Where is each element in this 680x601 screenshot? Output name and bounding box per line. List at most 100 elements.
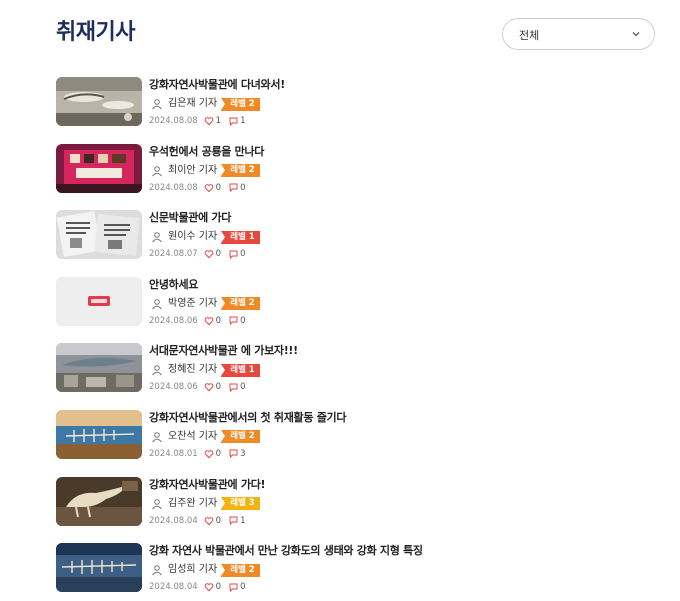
comment-icon[interactable] (229, 583, 238, 592)
user-icon (152, 565, 162, 576)
heart-icon[interactable] (204, 449, 214, 459)
article-item[interactable]: 우석헌에서 공룡을 만나다 최이안 기자 레벨 2 2024.08.08 0 0 (56, 143, 656, 211)
like-count: 0 (215, 448, 222, 459)
author-name: 김은재 기자 (168, 98, 218, 109)
filter-selected-value: 전체 (519, 29, 540, 42)
like-count: 0 (215, 515, 222, 526)
like-count: 1 (215, 116, 222, 126)
article-thumbnail[interactable] (56, 476, 142, 526)
comment-count: 0 (240, 382, 246, 393)
article-thumbnail[interactable] (56, 543, 142, 593)
article-item[interactable]: 강화자연사박물관에 다녀와서! 김은재 기자 레벨 2 2024.08.08 1 1 (56, 77, 656, 144)
heart-icon[interactable] (204, 116, 214, 126)
article-item[interactable]: 신문박물관에 가다 원이수 기자 레벨 1 2024.08.07 0 0 (56, 210, 656, 277)
level-badge: 레벨 2 (221, 297, 260, 311)
article-title[interactable]: 신문박물관에 가다 (149, 211, 649, 225)
article-thumbnail[interactable] (56, 343, 142, 393)
level-badge: 레벨 2 (221, 563, 260, 577)
level-badge: 레벨 2 (221, 164, 260, 178)
article-meta: 2024.08.01 0 3 (149, 448, 649, 460)
level-badge: 레벨 3 (221, 497, 260, 511)
level-badge: 레벨 2 (221, 430, 260, 444)
user-icon (152, 232, 162, 243)
article-info: 강화 자연사 박물관에서 만난 강화도의 생태와 강화 지형 특징임성희 기자 레… (149, 544, 649, 593)
comment-count: 0 (240, 315, 246, 326)
article-info: 우석헌에서 공룡을 만나다 최이안 기자 레벨 2 2024.08.08 0 0 (149, 145, 649, 194)
article-meta: 2024.08.06 0 0 (149, 381, 649, 393)
article-title[interactable]: 강화 자연사 박물관에서 만난 강화도의 생태와 강화 지형 특징 (149, 544, 649, 558)
comment-count: 0 (240, 182, 246, 193)
article-info: 강화자연사박물관에 가다! 김주완 기자 레벨 3 2024.08.04 0 1 (149, 478, 649, 527)
article-date: 2024.08.06 (149, 315, 198, 326)
article-item[interactable]: 서대문자연사박물관 에 가보자!!! 정혜진 기자 레벨 1 2024.08.06 0 0 (56, 343, 656, 410)
heart-icon[interactable] (204, 183, 214, 193)
author-name: 박영준 기자 (168, 297, 218, 309)
article-date: 2024.08.06 (149, 382, 198, 393)
author-name: 최이안 기자 (168, 164, 218, 176)
article-meta: 2024.08.07 0 0 (149, 248, 649, 260)
article-thumbnail[interactable] (56, 210, 142, 260)
comment-icon[interactable] (229, 183, 238, 193)
author-name: 오찬석 기자 (168, 430, 218, 442)
article-info: 강화자연사박물관에 다녀와서! 김은재 기자 레벨 2 2024.08.08 1 1 (149, 78, 649, 127)
like-count: 0 (215, 382, 222, 393)
article-meta: 2024.08.04 0 0 (149, 581, 649, 593)
comment-icon[interactable] (229, 383, 238, 392)
comment-icon[interactable] (229, 516, 238, 526)
article-item[interactable]: 강화자연사박물관에서의 첫 취재활동 즐기다오찬석 기자 레벨 2 2024.08.… (56, 409, 656, 477)
article-date: 2024.08.01 (149, 448, 198, 459)
chevron-down-icon (632, 32, 640, 37)
article-author-row: 김은재 기자 레벨 2 (149, 97, 649, 111)
comment-icon[interactable] (229, 449, 238, 459)
heart-icon[interactable] (204, 249, 214, 259)
article-info: 강화자연사박물관에서의 첫 취재활동 즐기다오찬석 기자 레벨 2 2024.08.… (149, 411, 649, 460)
level-badge: 레벨 1 (221, 363, 260, 377)
article-author-row: 정혜진 기자 레벨 1 (149, 363, 649, 377)
article-title[interactable]: 안녕하세요 (149, 278, 649, 292)
comment-icon[interactable] (229, 316, 238, 326)
article-date: 2024.08.04 (149, 582, 198, 593)
article-title[interactable]: 우석헌에서 공룡을 만나다 (149, 145, 649, 159)
level-badge: 레벨 1 (221, 230, 260, 244)
author-name: 김주완 기자 (168, 497, 218, 509)
article-date: 2024.08.07 (149, 249, 198, 260)
article-author-row: 김주완 기자 레벨 3 (149, 497, 649, 511)
article-meta: 2024.08.06 0 0 (149, 315, 649, 327)
user-icon (152, 432, 162, 443)
article-author-row: 박영준 기자 레벨 2 (149, 297, 649, 311)
article-info: 안녕하세요 박영준 기자 레벨 2 2024.08.06 0 0 (149, 278, 649, 327)
article-title[interactable]: 강화자연사박물관에서의 첫 취재활동 즐기다 (149, 411, 649, 425)
page-header: 취재기사 전체 (56, 18, 656, 52)
heart-icon[interactable] (204, 316, 214, 326)
author-name: 정혜진 기자 (168, 364, 218, 376)
user-icon (152, 99, 162, 110)
user-icon (152, 498, 162, 509)
comment-icon[interactable] (229, 117, 238, 126)
heart-icon[interactable] (204, 382, 214, 392)
article-title[interactable]: 서대문자연사박물관 에 가보자!!! (149, 344, 649, 358)
article-thumbnail[interactable] (56, 77, 142, 126)
article-date: 2024.08.04 (149, 515, 198, 526)
article-info: 신문박물관에 가다 원이수 기자 레벨 1 2024.08.07 0 0 (149, 211, 649, 260)
article-thumbnail[interactable] (56, 143, 142, 193)
article-author-row: 원이수 기자 레벨 1 (149, 230, 649, 244)
article-date: 2024.08.08 (149, 116, 198, 126)
category-filter-select[interactable]: 전체 (502, 18, 655, 50)
article-thumbnail[interactable] (56, 409, 142, 459)
comment-icon[interactable] (229, 250, 238, 259)
heart-icon[interactable] (204, 582, 214, 592)
user-icon (152, 165, 162, 176)
article-title[interactable]: 강화자연사박물관에 가다! (149, 478, 649, 492)
article-date: 2024.08.08 (149, 182, 198, 193)
article-item[interactable]: 안녕하세요 박영준 기자 레벨 2 2024.08.06 0 0 (56, 276, 656, 344)
article-item[interactable]: 강화자연사박물관에 가다! 김주완 기자 레벨 3 2024.08.04 0 1 (56, 476, 656, 544)
page-title: 취재기사 (56, 20, 135, 45)
article-item[interactable]: 강화 자연사 박물관에서 만난 강화도의 생태와 강화 지형 특징임성희 기자 레… (56, 543, 656, 601)
article-author-row: 임성희 기자 레벨 2 (149, 563, 649, 577)
heart-icon[interactable] (204, 516, 214, 526)
article-thumbnail[interactable] (56, 276, 142, 326)
author-name: 임성희 기자 (168, 564, 218, 576)
article-title[interactable]: 강화자연사박물관에 다녀와서! (149, 78, 649, 92)
article-meta: 2024.08.08 0 0 (149, 182, 649, 194)
comment-count: 0 (240, 249, 246, 260)
